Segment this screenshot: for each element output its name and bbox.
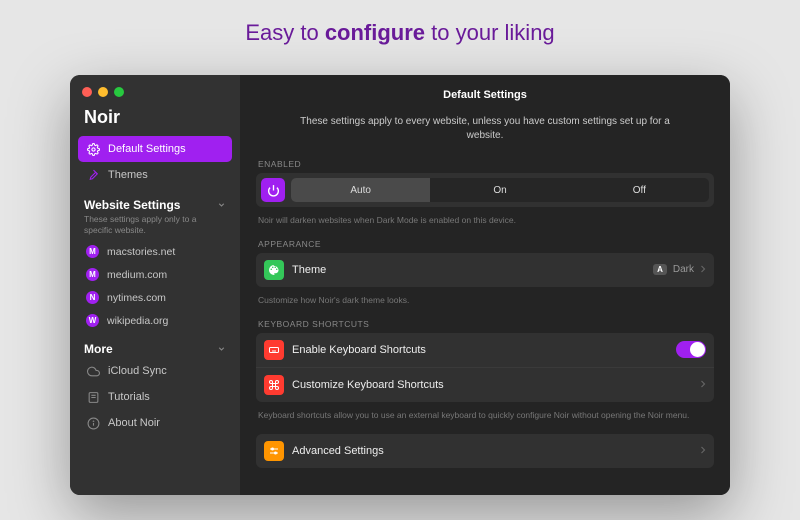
app-title: Noir bbox=[78, 107, 232, 136]
sidebar-section-more[interactable]: More bbox=[78, 332, 232, 358]
enabled-card: Auto On Off bbox=[256, 173, 714, 207]
segment-off[interactable]: Off bbox=[570, 178, 709, 202]
row-enable-shortcuts[interactable]: Enable Keyboard Shortcuts bbox=[256, 333, 714, 367]
appearance-card: Theme A Dark bbox=[256, 253, 714, 287]
enabled-hint: Noir will darken websites when Dark Mode… bbox=[256, 211, 714, 239]
command-icon bbox=[264, 375, 284, 395]
paint-icon bbox=[86, 168, 100, 182]
favicon-icon: N bbox=[86, 291, 99, 304]
favicon-icon: M bbox=[86, 268, 99, 281]
keyboard-icon bbox=[264, 340, 284, 360]
row-advanced-settings[interactable]: Advanced Settings bbox=[256, 434, 714, 468]
sidebar: Noir Default Settings Themes Website Set… bbox=[70, 75, 240, 495]
sidebar-item-label: Default Settings bbox=[108, 143, 186, 155]
favicon-icon: W bbox=[86, 314, 99, 327]
chevron-down-icon bbox=[217, 342, 226, 356]
sidebar-site-item[interactable]: Mmacstories.net bbox=[78, 240, 232, 263]
promo-headline: Easy to configure to your liking bbox=[0, 20, 800, 46]
sidebar-item-tutorials[interactable]: Tutorials bbox=[78, 384, 232, 410]
close-icon[interactable] bbox=[82, 87, 92, 97]
sidebar-item-themes[interactable]: Themes bbox=[78, 162, 232, 188]
sidebar-item-about[interactable]: About Noir bbox=[78, 410, 232, 436]
main-panel: Default Settings These settings apply to… bbox=[240, 75, 730, 495]
page-title: Default Settings bbox=[256, 85, 714, 115]
chevron-down-icon bbox=[217, 198, 226, 212]
sidebar-site-item[interactable]: Nnytimes.com bbox=[78, 286, 232, 309]
sidebar-item-icloud-sync[interactable]: iCloud Sync bbox=[78, 358, 232, 384]
theme-icon bbox=[264, 260, 284, 280]
sidebar-site-item[interactable]: Wwikipedia.org bbox=[78, 309, 232, 332]
segment-on[interactable]: On bbox=[430, 178, 569, 202]
sidebar-section-website-settings[interactable]: Website Settings bbox=[78, 188, 232, 214]
info-icon bbox=[86, 416, 100, 430]
power-icon[interactable] bbox=[261, 178, 285, 202]
chevron-right-icon bbox=[700, 442, 706, 460]
group-label-keyboard: KEYBOARD SHORTCUTS bbox=[256, 319, 714, 333]
sidebar-site-item[interactable]: Mmedium.com bbox=[78, 263, 232, 286]
row-customize-shortcuts[interactable]: Customize Keyboard Shortcuts bbox=[256, 367, 714, 402]
minimize-icon[interactable] bbox=[98, 87, 108, 97]
app-window: Noir Default Settings Themes Website Set… bbox=[70, 75, 730, 495]
theme-value: Dark bbox=[673, 264, 694, 275]
cloud-icon bbox=[86, 364, 100, 378]
chevron-right-icon bbox=[700, 261, 706, 279]
favicon-icon: M bbox=[86, 245, 99, 258]
zoom-icon[interactable] bbox=[114, 87, 124, 97]
keyboard-card: Enable Keyboard Shortcuts Customize Keyb… bbox=[256, 333, 714, 402]
theme-badge: A bbox=[653, 264, 667, 275]
gear-icon bbox=[86, 142, 100, 156]
sidebar-item-default-settings[interactable]: Default Settings bbox=[78, 136, 232, 162]
segment-auto[interactable]: Auto bbox=[291, 178, 430, 202]
advanced-card: Advanced Settings bbox=[256, 434, 714, 468]
keyboard-hint: Keyboard shortcuts allow you to use an e… bbox=[256, 406, 714, 434]
page-description: These settings apply to every website, u… bbox=[256, 115, 714, 159]
window-controls bbox=[78, 85, 232, 107]
chevron-right-icon bbox=[700, 376, 706, 394]
sidebar-item-label: Themes bbox=[108, 169, 148, 181]
appearance-hint: Customize how Noir's dark theme looks. bbox=[256, 291, 714, 319]
shortcuts-toggle[interactable] bbox=[676, 341, 706, 358]
row-theme[interactable]: Theme A Dark bbox=[256, 253, 714, 287]
sliders-icon bbox=[264, 441, 284, 461]
group-label-enabled: ENABLED bbox=[256, 159, 714, 173]
sidebar-section-desc: These settings apply only to a specific … bbox=[78, 214, 232, 240]
group-label-appearance: APPEARANCE bbox=[256, 239, 714, 253]
book-icon bbox=[86, 390, 100, 404]
enabled-segmented-control[interactable]: Auto On Off bbox=[291, 178, 709, 202]
